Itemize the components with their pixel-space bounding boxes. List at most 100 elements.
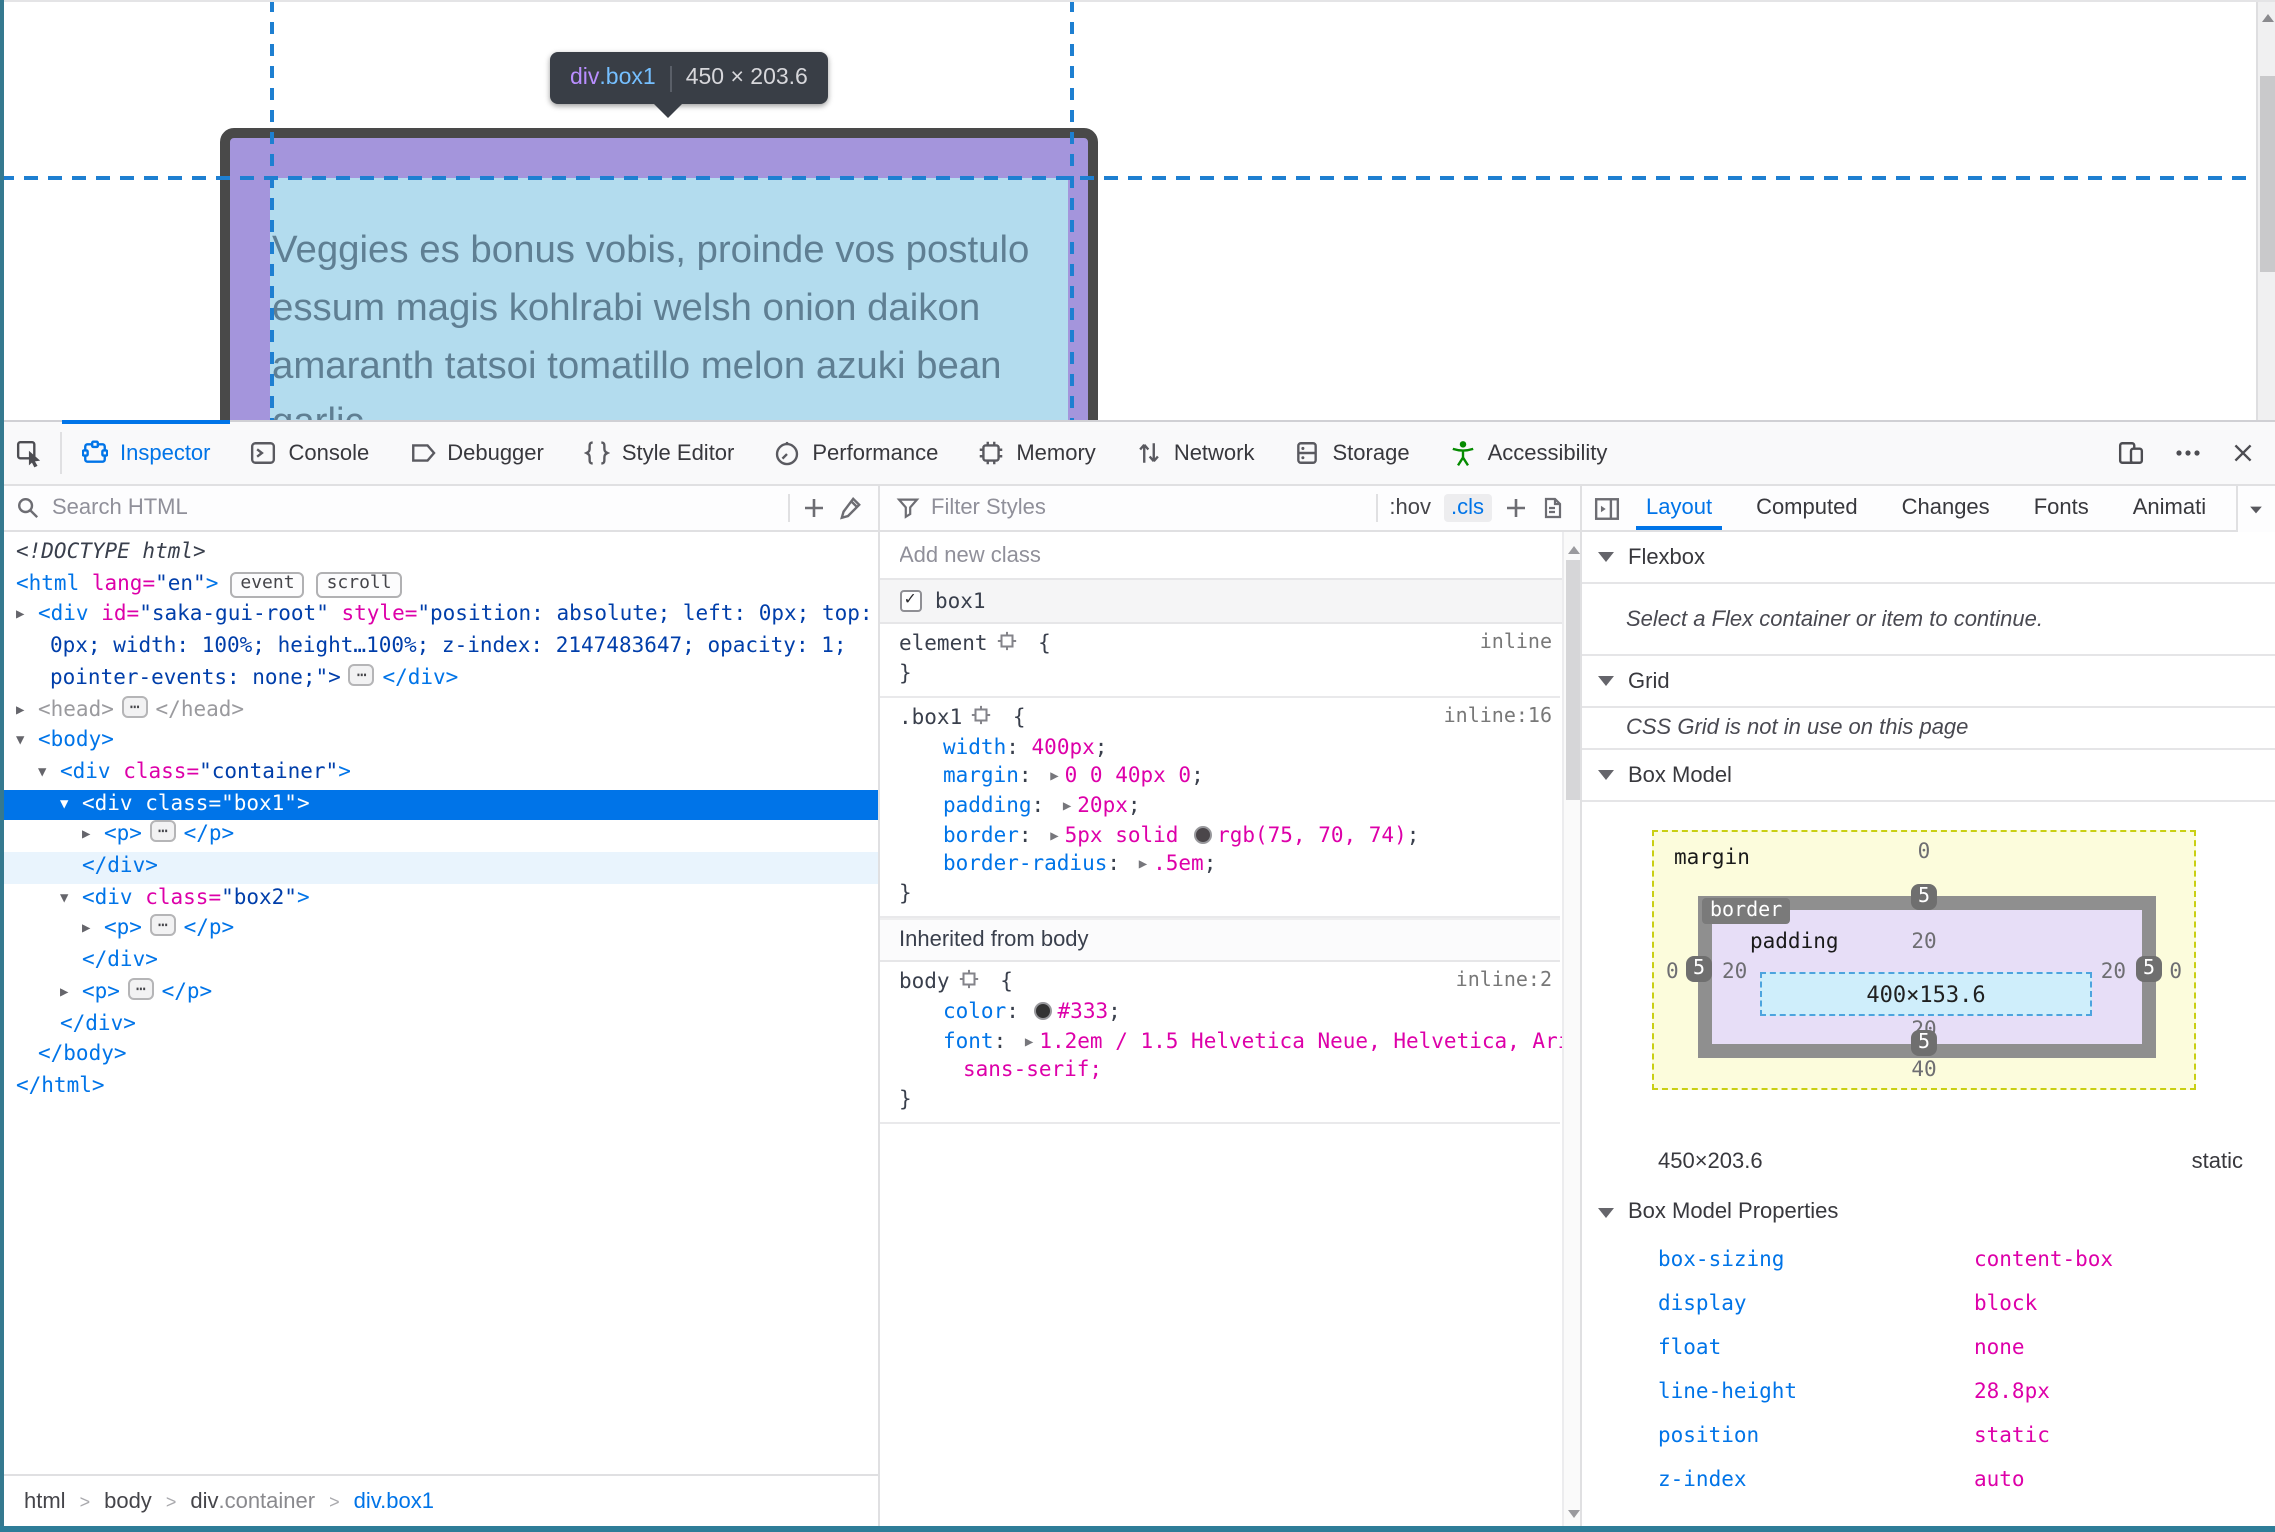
rule-source-link[interactable]: inline: [1480, 630, 1552, 659]
expand-computed-icon[interactable]: ▶: [1050, 763, 1058, 792]
rule-source-link[interactable]: inline:2: [1456, 969, 1552, 998]
inline-text-ellipsis[interactable]: ⋯: [121, 695, 148, 718]
responsive-design-button[interactable]: [2107, 429, 2155, 477]
breadcrumb-item[interactable]: body: [104, 1489, 152, 1513]
twisty-closed-icon[interactable]: ▶: [82, 821, 90, 852]
eyedropper-button[interactable]: [837, 496, 861, 520]
expand-computed-icon[interactable]: ▶: [1025, 1027, 1033, 1056]
close-button[interactable]: [2219, 429, 2267, 477]
margin-left-value[interactable]: 0: [1666, 960, 1679, 984]
box-model-property-row[interactable]: display block: [1582, 1282, 2275, 1326]
tab-performance[interactable]: Performance: [754, 422, 958, 484]
twisty-open-icon[interactable]: ▼: [38, 758, 46, 789]
markup-row[interactable]: <!DOCTYPE html>: [0, 538, 877, 569]
markup-row[interactable]: </div>: [0, 852, 877, 884]
twisty-closed-icon[interactable]: ▶: [16, 695, 24, 726]
rules-scroll-up-icon[interactable]: [1567, 540, 1579, 554]
markup-row[interactable]: ▶ <head> ⋯ </head>: [0, 695, 877, 726]
inline-text-ellipsis[interactable]: ⋯: [149, 914, 176, 937]
grid-section-header[interactable]: Grid: [1582, 656, 2275, 708]
breadcrumb-item[interactable]: div.box1: [354, 1489, 434, 1513]
meatball-menu-button[interactable]: [2163, 429, 2211, 477]
markup-row[interactable]: ▶ <p> ⋯ </p>: [0, 977, 877, 1009]
tab-console[interactable]: Console: [231, 422, 390, 484]
tab-style-editor[interactable]: Style Editor: [564, 422, 755, 484]
expand-computed-icon[interactable]: ▶: [1063, 792, 1071, 821]
node-picker-button[interactable]: [0, 422, 60, 484]
print-simulation-button[interactable]: [1540, 496, 1564, 520]
box-model-properties-header[interactable]: Box Model Properties: [1582, 1190, 2275, 1234]
all-tabs-button[interactable]: [2235, 486, 2275, 532]
border-left-value[interactable]: 5: [1686, 956, 1713, 982]
css-declaration[interactable]: border: ▶ 5px solid rgb(75, 70, 74);: [879, 821, 1560, 850]
markup-row-selected[interactable]: ▼ <div class="box1">: [0, 789, 877, 821]
rules-scrollbar[interactable]: [1562, 532, 1580, 1532]
rule-selector-line[interactable]: .box1 {inline:16: [879, 704, 1560, 733]
rule-selector-line[interactable]: body {inline:2: [879, 969, 1560, 998]
markup-row[interactable]: <html lang="en"> event scroll: [0, 569, 877, 600]
tab-storage[interactable]: Storage: [1275, 422, 1430, 484]
twisty-open-icon[interactable]: ▼: [60, 883, 68, 914]
markup-row[interactable]: ▼ <div class="box2">: [0, 883, 877, 914]
rule-source-link[interactable]: inline:16: [1444, 704, 1552, 733]
box-model-property-row[interactable]: z-index auto: [1582, 1458, 2275, 1502]
search-html-input[interactable]: [52, 496, 775, 520]
margin-top-value[interactable]: 0: [1918, 840, 1931, 864]
markup-badge[interactable]: scroll: [316, 571, 402, 598]
markup-row[interactable]: </html>: [0, 1072, 877, 1103]
box-model-property-row[interactable]: float none: [1582, 1326, 2275, 1370]
inline-text-ellipsis[interactable]: ⋯: [149, 820, 176, 843]
border-right-value[interactable]: 5: [2135, 956, 2162, 982]
margin-bottom-value[interactable]: 40: [1911, 1058, 1936, 1082]
expand-computed-icon[interactable]: ▶: [1050, 821, 1058, 850]
sidebar-tab-animati[interactable]: Animati: [2111, 486, 2228, 530]
css-declaration[interactable]: border-radius: ▶ .5em;: [879, 850, 1560, 879]
inline-text-ellipsis[interactable]: ⋯: [127, 977, 154, 1000]
box-model-property-row[interactable]: box-sizing content-box: [1582, 1238, 2275, 1282]
inline-text-ellipsis[interactable]: ⋯: [348, 663, 375, 686]
markup-row[interactable]: ▶ <p> ⋯ </p>: [0, 914, 877, 946]
scrollbar-thumb[interactable]: [2259, 76, 2275, 272]
twisty-closed-icon[interactable]: ▶: [60, 978, 68, 1009]
content-box[interactable]: 400×153.6: [1760, 972, 2092, 1016]
tab-network[interactable]: Network: [1116, 422, 1275, 484]
markup-row[interactable]: 0px; width: 100%; height…100%; z-index: …: [0, 632, 877, 663]
border-bottom-value[interactable]: 5: [1910, 1030, 1938, 1056]
target-icon[interactable]: [970, 704, 992, 726]
padding-left-value[interactable]: 20: [1722, 960, 1747, 984]
twisty-open-icon[interactable]: ▼: [16, 726, 24, 757]
rule-selector-line[interactable]: element {inline: [879, 630, 1560, 659]
css-declaration[interactable]: font: ▶ 1.2em / 1.5 Helvetica Neue, Helve…: [879, 1027, 1608, 1056]
markup-row[interactable]: ▶ <p> ⋯ </p>: [0, 820, 877, 852]
color-swatch[interactable]: [1193, 825, 1212, 844]
breadcrumb-item[interactable]: div .container: [190, 1489, 315, 1513]
tab-accessibility[interactable]: Accessibility: [1430, 422, 1628, 484]
add-rule-button[interactable]: [1504, 496, 1528, 520]
padding-top-value[interactable]: 20: [1911, 930, 1936, 954]
sidebar-tab-changes[interactable]: Changes: [1880, 486, 2012, 530]
target-icon[interactable]: [996, 630, 1018, 652]
markup-row[interactable]: ▼ <div class="container">: [0, 758, 877, 789]
margin-right-value[interactable]: 0: [2169, 960, 2182, 984]
page-scrollbar[interactable]: [2255, 0, 2275, 420]
add-node-button[interactable]: [801, 496, 825, 520]
breadcrumb-item[interactable]: html: [24, 1489, 66, 1513]
css-declaration[interactable]: margin: ▶ 0 0 40px 0;: [879, 763, 1560, 792]
twisty-closed-icon[interactable]: ▶: [16, 601, 24, 632]
css-declaration[interactable]: padding: ▶ 20px;: [879, 792, 1560, 821]
markup-row[interactable]: </div>: [0, 946, 877, 977]
rules-scroll-down-icon[interactable]: [1567, 1510, 1579, 1524]
box-model-section-header[interactable]: Box Model: [1582, 750, 2275, 802]
sidebar-tab-layout[interactable]: Layout: [1624, 486, 1734, 530]
markup-row[interactable]: </div>: [0, 1009, 877, 1040]
markup-row[interactable]: pointer-events: none;"> ⋯ </div>: [0, 663, 877, 695]
twisty-closed-icon[interactable]: ▶: [82, 915, 90, 946]
padding-right-value[interactable]: 20: [2101, 960, 2126, 984]
pseudo-class-toggle[interactable]: :hov: [1389, 496, 1431, 520]
scroll-up-icon[interactable]: [2261, 8, 2273, 22]
css-declaration[interactable]: color: #333;: [879, 998, 1560, 1027]
markup-row[interactable]: ▶ <div id="saka-gui-root" style="position…: [0, 601, 877, 632]
css-declaration[interactable]: width: 400px;: [879, 734, 1560, 763]
border-top-value[interactable]: 5: [1910, 884, 1938, 910]
markup-row[interactable]: ▼ <body>: [0, 726, 877, 757]
